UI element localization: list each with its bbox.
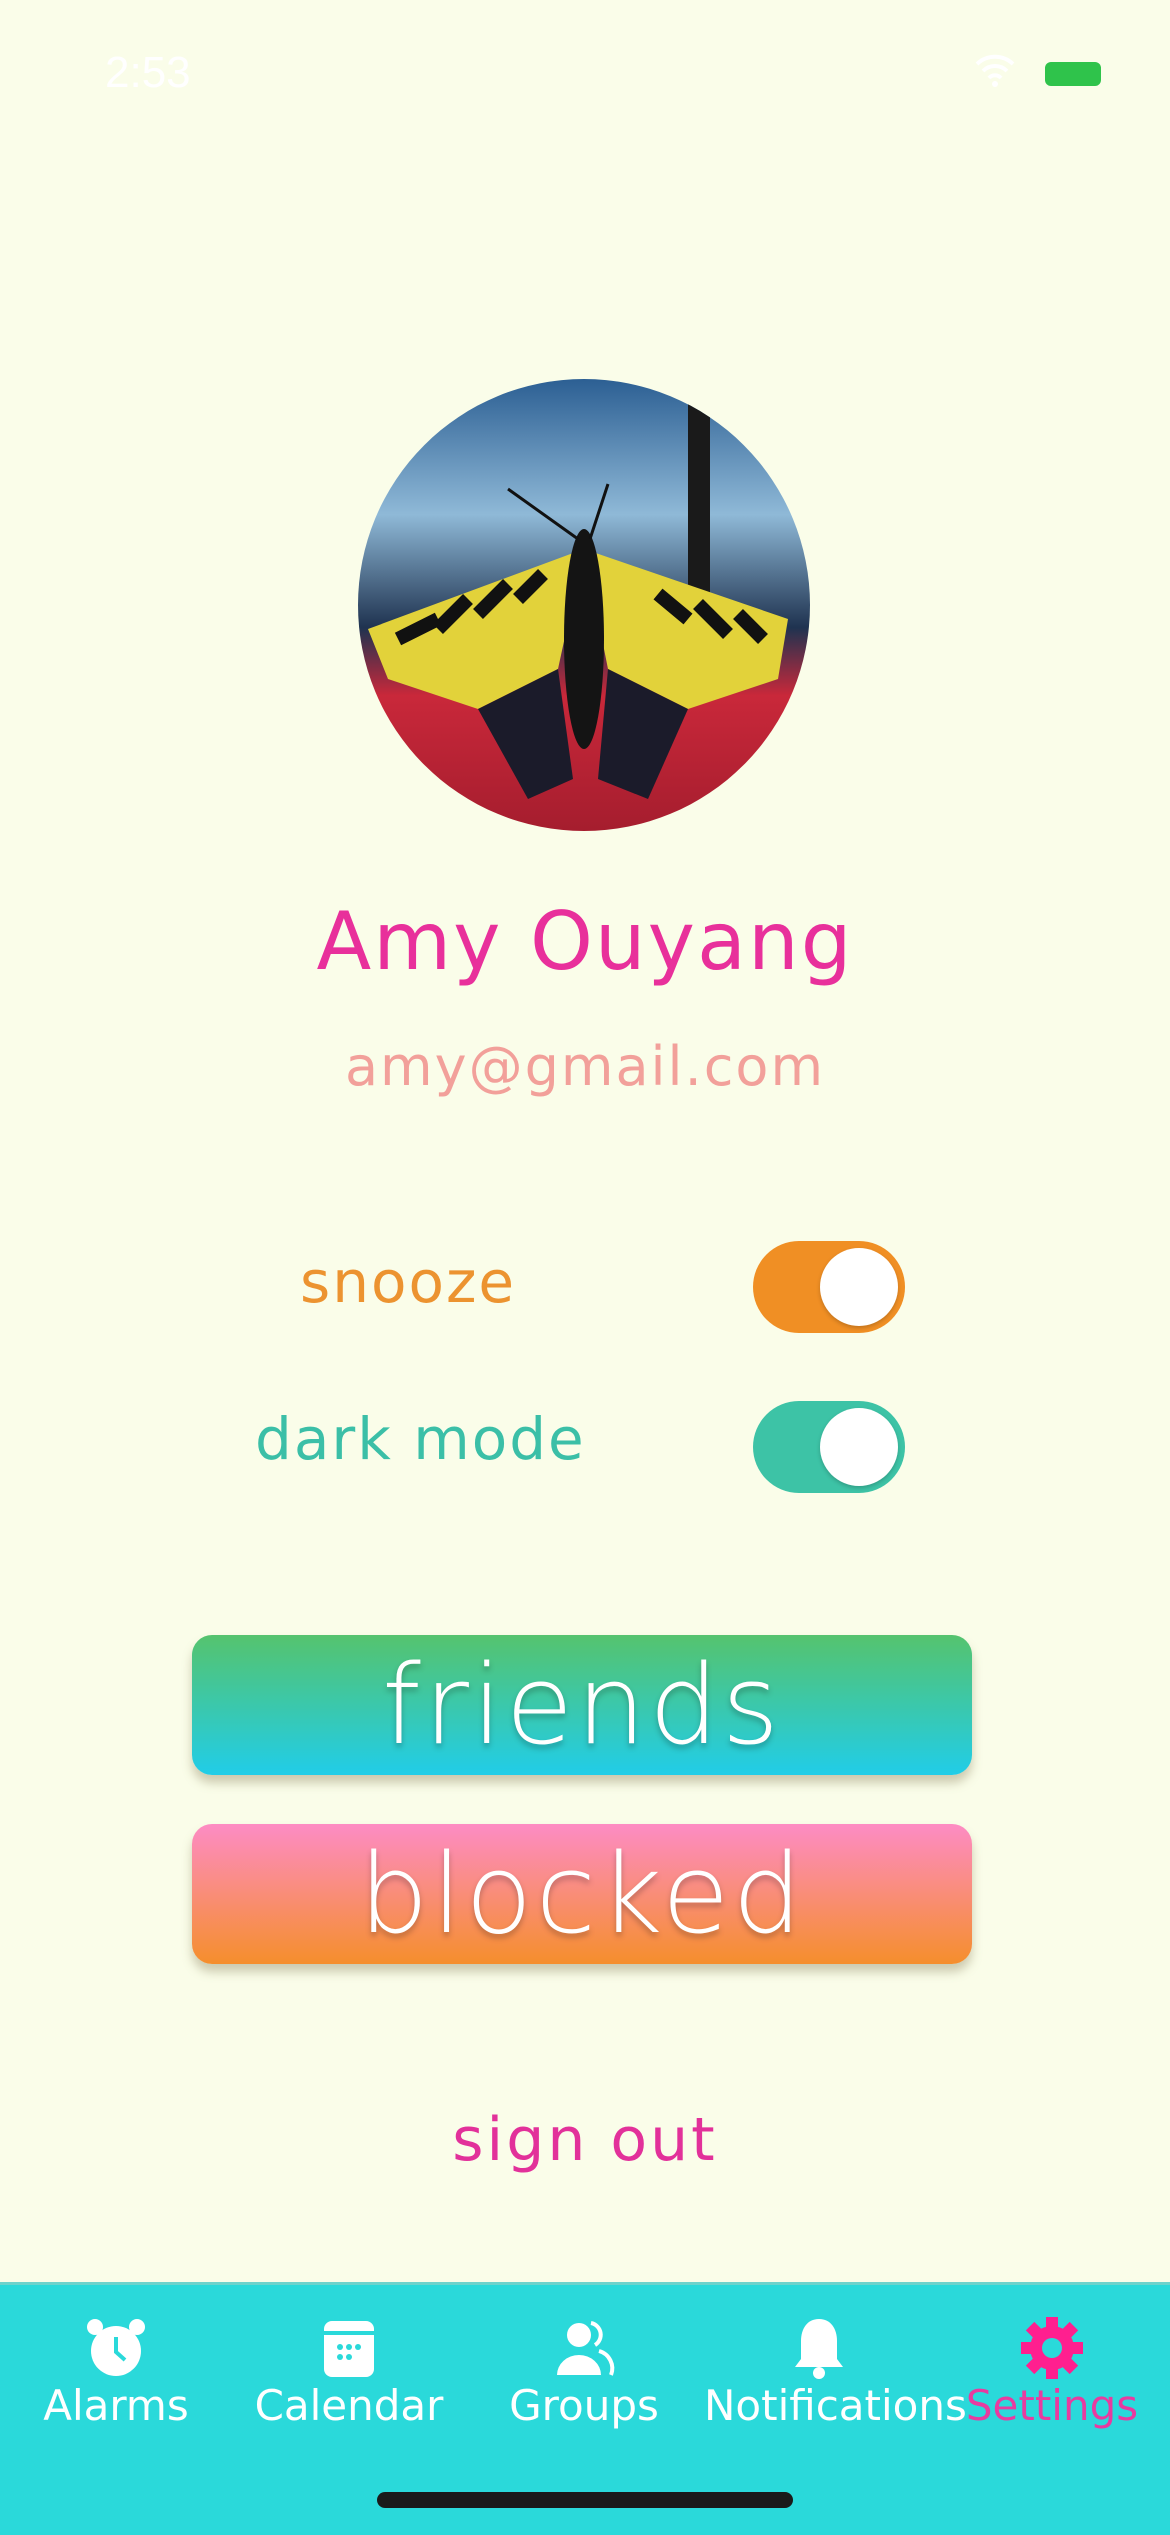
bell-icon (795, 2319, 843, 2379)
tab-alarms[interactable]: Alarms (1, 2315, 231, 2430)
status-time: 2:53 (105, 48, 191, 97)
alarm-clock-icon (87, 2319, 145, 2376)
avatar[interactable] (358, 379, 810, 831)
dark-mode-toggle[interactable] (753, 1401, 905, 1493)
dark-mode-label: dark mode (255, 1405, 586, 1473)
profile-email: amy@gmail.com (344, 1035, 826, 1098)
tab-label: Calendar (254, 2381, 444, 2430)
calendar-icon (324, 2321, 374, 2377)
tab-label: Groups (509, 2381, 659, 2430)
tab-label: Notifications (704, 2381, 967, 2430)
battery-icon (1045, 62, 1101, 86)
butterfly-photo (358, 379, 810, 831)
tab-groups[interactable]: Groups (469, 2315, 699, 2430)
snooze-label: snooze (300, 1248, 517, 1316)
tab-label: Settings (965, 2381, 1139, 2430)
toggle-knob (820, 1248, 898, 1326)
sign-out-button[interactable]: sign out (0, 2105, 1170, 2175)
snooze-toggle[interactable] (753, 1241, 905, 1333)
tab-calendar[interactable]: Calendar (234, 2315, 464, 2430)
gear-icon (1021, 2317, 1083, 2379)
blocked-button[interactable]: blocked (192, 1824, 972, 1964)
toggle-knob (820, 1408, 898, 1486)
tab-label: Alarms (43, 2381, 189, 2430)
friends-button[interactable]: friends (192, 1635, 972, 1775)
tab-notifications[interactable]: Notifications (704, 2315, 967, 2430)
home-indicator[interactable] (377, 2492, 793, 2508)
wifi-icon (975, 54, 1015, 87)
profile-name: Amy Ouyang (316, 895, 854, 988)
tab-settings[interactable]: Settings (937, 2315, 1167, 2430)
groups-icon (557, 2321, 615, 2376)
